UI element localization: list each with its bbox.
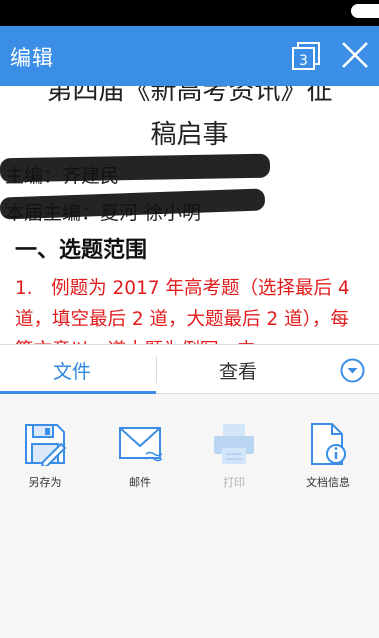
print-button[interactable]: 打印 xyxy=(194,422,274,490)
red-paragraph: 1. 例题为 2017 年高考题（选择最后 4 道，填空最后 2 道，大题最后 … xyxy=(15,278,350,344)
tab-divider xyxy=(156,357,157,383)
document-title-line-2: 稿启事 xyxy=(150,120,229,150)
battery-indicator xyxy=(351,4,379,18)
mail-button[interactable]: 邮件 xyxy=(100,422,180,490)
tab-switcher-icon[interactable]: 3 xyxy=(290,40,322,72)
edit-button[interactable]: 编辑 xyxy=(10,42,54,72)
active-tab-indicator xyxy=(0,391,156,394)
document-info-button[interactable]: 文档信息 xyxy=(288,422,368,490)
document-title-line-1: 第四届《新高考资讯》征 xyxy=(46,86,333,106)
section-title: 一、选题范围 xyxy=(15,238,148,263)
tab-count: 3 xyxy=(299,53,308,69)
redaction-scribble xyxy=(0,188,266,220)
file-panel: 文件 查看 另存为 邮件 打印 文档信息 xyxy=(0,344,379,638)
action-label: 另存为 xyxy=(28,476,62,489)
action-label: 文档信息 xyxy=(306,476,350,489)
action-label: 邮件 xyxy=(129,476,151,489)
status-bar xyxy=(0,0,379,26)
printer-icon xyxy=(214,424,254,464)
save-as-icon xyxy=(25,424,67,466)
save-as-button[interactable]: 另存为 xyxy=(5,422,85,490)
tab-file[interactable]: 文件 xyxy=(53,357,91,384)
tab-view[interactable]: 查看 xyxy=(219,357,257,384)
collapse-panel-icon[interactable] xyxy=(340,358,365,383)
top-toolbar: 编辑 3 xyxy=(0,26,379,86)
document-info-icon xyxy=(311,423,346,465)
document-view[interactable]: 第四届《新高考资讯》征 稿启事 主编：齐建民 本届主编：夏河 徐小明 一、选题范… xyxy=(0,86,379,344)
redaction-scribble xyxy=(0,153,271,183)
close-icon[interactable] xyxy=(340,40,370,70)
mail-icon xyxy=(119,427,162,462)
action-label: 打印 xyxy=(223,476,245,489)
panel-tab-bar: 文件 查看 xyxy=(0,344,379,394)
